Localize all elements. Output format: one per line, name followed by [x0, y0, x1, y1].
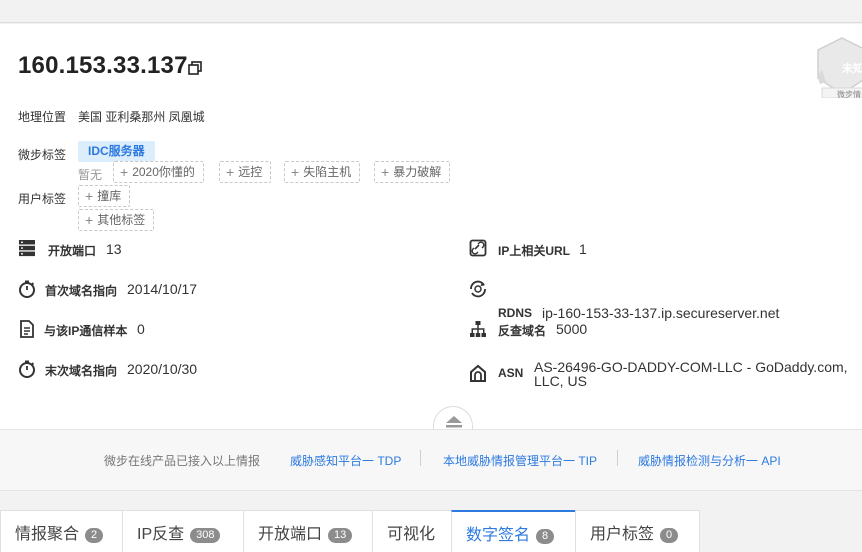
- copy-icon[interactable]: [188, 61, 202, 75]
- geo-value: 美国 亚利桑那州 凤凰城: [78, 110, 205, 124]
- tab-count-badge: 308: [190, 528, 221, 543]
- verdict-badge: 未知 微步情: [812, 34, 862, 99]
- add-tag-other[interactable]: + 其他标签: [78, 209, 155, 231]
- top-strip: [0, 0, 862, 23]
- samples-label: 与该IP通信样本: [44, 324, 128, 338]
- open-ports-label: 开放端口: [48, 244, 97, 258]
- add-tag-credential-stuffing[interactable]: + 撞库: [78, 185, 131, 207]
- add-tag-brute-force[interactable]: + 暴力破解: [374, 161, 451, 183]
- stopwatch-icon: [19, 280, 35, 298]
- open-ports-value[interactable]: 13: [106, 241, 122, 257]
- plus-icon: +: [291, 164, 300, 180]
- verdict-source-text: 微步情: [837, 90, 861, 99]
- ip-address-title: 160.153.33.137: [18, 52, 188, 79]
- divider: [420, 450, 421, 466]
- tab-visualization[interactable]: 可视化: [372, 510, 452, 552]
- tab-count-badge: 8: [536, 529, 555, 544]
- add-tag-compromised-host[interactable]: + 失陷主机: [284, 161, 361, 183]
- tab-ip-reverse[interactable]: IP反查 308: [122, 510, 244, 552]
- stopwatch-icon: [19, 360, 35, 378]
- plus-icon: +: [120, 164, 129, 180]
- rdns-label: RDNS: [498, 306, 533, 320]
- rdns-value[interactable]: ip-160-153-33-137.ip.secureserver.net: [542, 305, 779, 321]
- tab-intel-aggregation[interactable]: 情报聚合 2: [0, 510, 123, 552]
- collapse-toggle-button[interactable]: [433, 406, 473, 430]
- asn-label: ASN: [498, 366, 524, 380]
- geo-label: 地理位置: [18, 110, 67, 124]
- divider: [617, 450, 618, 466]
- first-domain-label: 首次域名指向: [45, 284, 118, 298]
- tip-link[interactable]: 本地威胁情报管理平台一 TIP: [443, 452, 597, 469]
- reverse-domains-label: 反查域名: [498, 324, 547, 338]
- plus-icon: +: [85, 212, 94, 228]
- home-icon: [470, 364, 486, 382]
- last-domain-value: 2020/10/30: [127, 361, 198, 377]
- link-icon: [469, 239, 487, 257]
- tdp-link[interactable]: 威胁感知平台一 TDP: [290, 452, 401, 469]
- banner-intro-text: 微步在线产品已接入以上情报: [104, 454, 261, 468]
- tab-count-badge: 2: [85, 528, 104, 543]
- ip-urls-value[interactable]: 1: [579, 241, 587, 257]
- weibu-tags-label: 微步标签: [18, 148, 67, 162]
- detail-tabs: 情报聚合 2 IP反查 308 开放端口 13 可视化 数字签名 8 用户标签 0: [0, 510, 862, 552]
- plus-icon: +: [85, 188, 94, 204]
- product-banner: 微步在线产品已接入以上情报 威胁感知平台一 TDP 本地威胁情报管理平台一 TI…: [0, 429, 862, 491]
- tab-count-badge: 13: [328, 528, 353, 543]
- plus-icon: +: [226, 164, 235, 180]
- verdict-text: 未知: [842, 63, 862, 75]
- last-domain-label: 末次域名指向: [45, 364, 118, 378]
- idc-tag[interactable]: IDC服务器: [78, 141, 155, 162]
- first-domain-value: 2014/10/17: [127, 281, 198, 297]
- document-icon: [20, 320, 34, 338]
- ip-summary-card: 160.153.33.137 未知 微步情 地理位置 美国 亚利桑那州 凤凰城 …: [0, 24, 862, 429]
- api-link[interactable]: 威胁情报检测与分析一 API: [638, 452, 781, 469]
- plus-icon: +: [381, 164, 390, 180]
- reverse-dns-icon: [470, 280, 486, 298]
- samples-value[interactable]: 0: [137, 321, 145, 337]
- tab-count-badge: 0: [660, 528, 679, 543]
- sitemap-icon: [470, 321, 486, 337]
- tab-user-tags[interactable]: 用户标签 0: [575, 510, 700, 552]
- asn-value-line2: LLC, US: [534, 373, 587, 389]
- tab-digital-signature[interactable]: 数字签名 8: [451, 510, 576, 552]
- user-tags-label: 用户标签: [18, 192, 67, 206]
- reverse-domains-value[interactable]: 5000: [556, 321, 587, 337]
- server-icon: [19, 240, 35, 257]
- add-tag-remote-control[interactable]: + 远控: [219, 161, 272, 183]
- no-tags-text: 暂无: [78, 168, 103, 182]
- add-tag-2020[interactable]: +2020你懂的: [113, 161, 204, 183]
- tab-open-ports[interactable]: 开放端口 13: [243, 510, 373, 552]
- ip-urls-label: IP上相关URL: [498, 244, 571, 258]
- eject-icon: [446, 416, 462, 428]
